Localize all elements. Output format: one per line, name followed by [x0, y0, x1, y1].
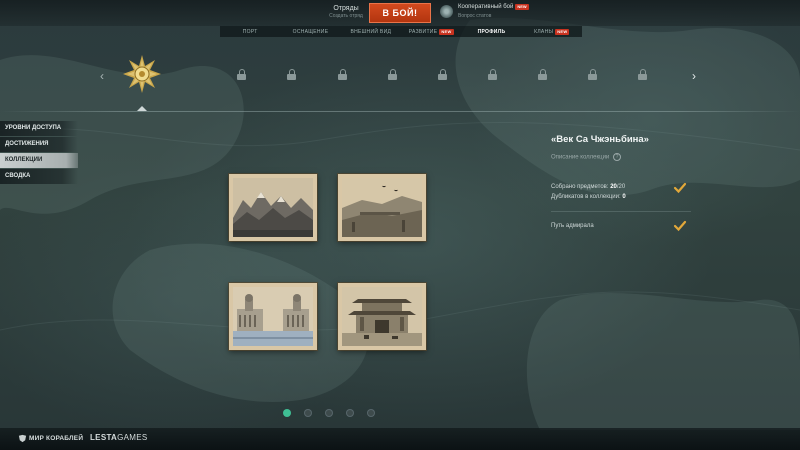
lock-icon[interactable] [287, 69, 296, 80]
sidebar-item-collections[interactable]: КОЛЛЕКЦИИ [0, 153, 78, 168]
pagination [283, 409, 375, 417]
battle-mode-title: Кооперативный бой NEW [458, 4, 529, 10]
lock-icon[interactable] [638, 69, 647, 80]
lock-icon[interactable] [237, 69, 246, 80]
collection-stats: Собрано предметов: 20/20 Дубликатов в ко… [551, 182, 691, 202]
collection-info: «Век Са Чжэньбина» Описание коллекции ? [551, 134, 701, 161]
lesta-games-logo: LESTAGAMES [90, 433, 148, 442]
duplicates-count: Дубликатов в коллекции: 0 [551, 194, 626, 200]
mir-korabley-logo: МИР КОРАБЛЕЙ [18, 434, 83, 443]
footer: МИР КОРАБЛЕЙ LESTAGAMES [0, 428, 800, 450]
nav-port[interactable]: ПОРТ [220, 29, 280, 35]
squad-button[interactable]: Отряды Создать отряд [316, 5, 376, 19]
medal-icon[interactable] [122, 54, 162, 94]
section-divider [0, 111, 800, 112]
carousel-right-arrow[interactable]: › [692, 69, 696, 83]
nav-development[interactable]: РАЗВИТИЕ NEW [401, 28, 461, 35]
main-nav: ПОРТ ОСНАЩЕНИЕ ВНЕШНИЙ ВИД РАЗВИТИЕ NEW П… [220, 26, 582, 37]
collection-description-link[interactable]: Описание коллекции ? [551, 153, 701, 161]
nav-profile[interactable]: ПРОФИЛЬ [461, 29, 521, 35]
profile-sidebar: УРОВНИ ДОСТУПА ДОСТИЖЕНИЯ КОЛЛЕКЦИИ СВОД… [0, 121, 78, 185]
naval-college-card[interactable] [229, 283, 317, 350]
stats-divider [551, 211, 691, 212]
help-icon[interactable]: ? [612, 153, 621, 161]
emblem-icon [18, 434, 27, 443]
sidebar-item-summary[interactable]: СВОДКА [0, 169, 78, 184]
domed-buildings-icon [233, 287, 313, 346]
nav-equipment[interactable]: ОСНАЩЕНИЕ [280, 29, 340, 35]
collected-count: Собрано предметов: 20/20 [551, 184, 626, 190]
page-dot[interactable] [304, 409, 312, 417]
mountains-card[interactable] [229, 174, 317, 241]
reward-label: Путь адмирала [551, 223, 594, 229]
new-badge: NEW [515, 4, 529, 10]
top-bar: Отряды Создать отряд В БОЙ! Кооперативны… [0, 0, 800, 26]
nav-clans[interactable]: КЛАНЫ NEW [522, 28, 582, 35]
lock-icon[interactable] [588, 69, 597, 80]
sidebar-item-access-levels[interactable]: УРОВНИ ДОСТУПА [0, 121, 78, 136]
chinese-gate-icon [342, 287, 422, 346]
battle-button[interactable]: В БОЙ! [369, 3, 431, 23]
new-badge: NEW [439, 28, 454, 35]
squad-subtitle: Создать отряд [329, 13, 363, 19]
valley-card[interactable] [338, 174, 426, 241]
page-dot[interactable] [367, 409, 375, 417]
lock-icon[interactable] [488, 69, 497, 80]
battle-mode-selector[interactable]: Кооперативный бой NEW Вопрос статов [440, 4, 550, 22]
page-dot[interactable] [283, 409, 291, 417]
mountain-landscape-icon [233, 178, 313, 237]
check-icon [673, 220, 687, 232]
collection-title: «Век Са Чжэньбина» [551, 134, 649, 145]
page-dot[interactable] [346, 409, 354, 417]
city-gate-card[interactable] [338, 283, 426, 350]
lock-icon[interactable] [338, 69, 347, 80]
lock-icon[interactable] [538, 69, 547, 80]
nav-appearance[interactable]: ВНЕШНИЙ ВИД [341, 29, 401, 35]
collection-description-label: Описание коллекции [551, 154, 610, 161]
new-badge: NEW [555, 28, 570, 35]
carousel-left-arrow[interactable]: ‹ [100, 69, 104, 83]
check-icon [673, 182, 687, 194]
sidebar-item-achievements[interactable]: ДОСТИЖЕНИЯ [0, 137, 78, 152]
squad-title: Отряды [333, 5, 359, 12]
valley-landscape-icon [342, 178, 422, 237]
medal-carousel: ‹ › [100, 52, 705, 102]
page-dot[interactable] [325, 409, 333, 417]
battle-mode-icon [440, 5, 453, 18]
battle-mode-subtitle: Вопрос статов [458, 13, 492, 19]
lock-icon[interactable] [438, 69, 447, 80]
lock-icon[interactable] [388, 69, 397, 80]
